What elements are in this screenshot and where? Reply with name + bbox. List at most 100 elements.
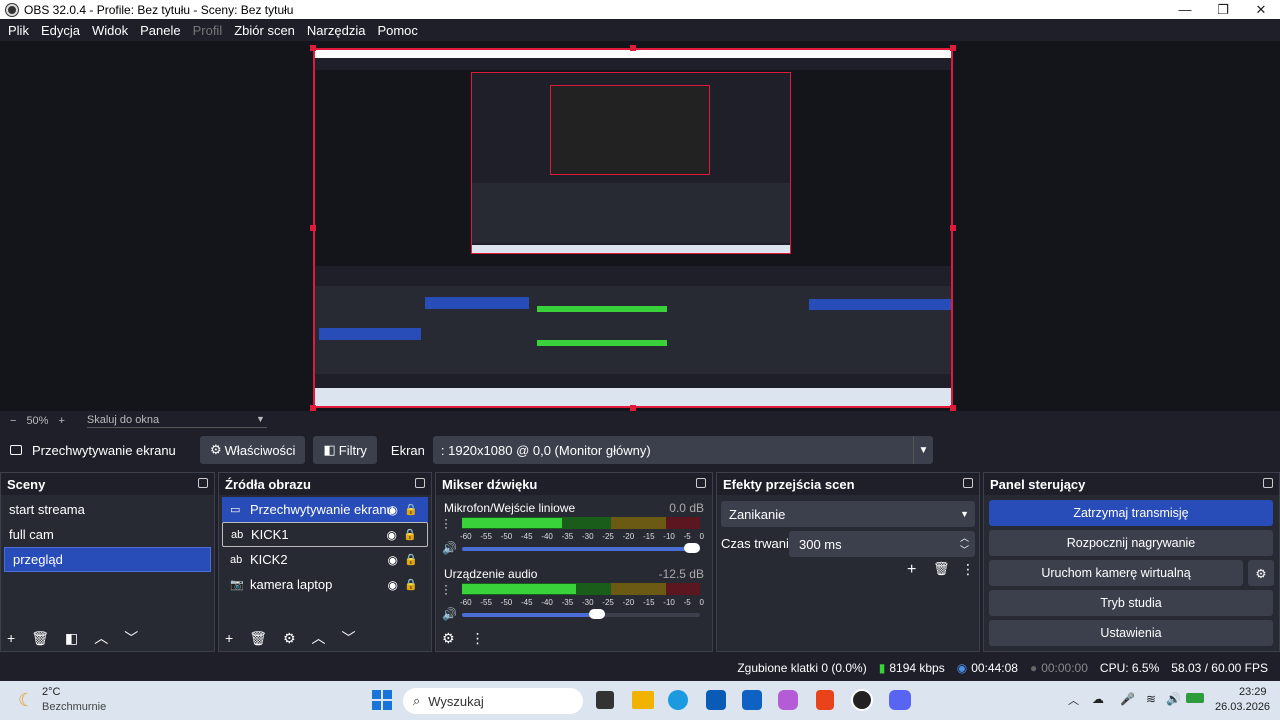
battery-icon[interactable] (1186, 693, 1204, 703)
undock-icon[interactable] (1263, 478, 1273, 488)
maximize-button[interactable]: ❐ (1204, 2, 1242, 18)
undock-icon[interactable] (696, 478, 706, 488)
trash-icon[interactable]: 🗑 (933, 561, 950, 577)
discord-icon[interactable] (889, 690, 911, 710)
start-recording-button[interactable]: Rozpocznij nagrywanie (989, 530, 1273, 556)
scale-select[interactable]: Skaluj do okna ▼ (86, 414, 267, 428)
menu-narzedzia[interactable]: Narzędzia (301, 23, 372, 38)
undock-icon[interactable] (963, 478, 973, 488)
properties-button[interactable]: ⚙ Właściwości (200, 436, 306, 464)
source-item[interactable]: 📷 kamera laptop ◉ 🔒 (222, 572, 428, 597)
menu-widok[interactable]: Widok (86, 23, 134, 38)
menu-panele[interactable]: Panele (134, 23, 186, 38)
virtual-camera-button[interactable]: Uruchom kamerę wirtualną (989, 560, 1243, 586)
move-up-icon[interactable]: ︿ (94, 628, 108, 648)
meter-tick: 0 (699, 598, 704, 607)
filter-icon[interactable]: ◧ (65, 630, 78, 647)
undock-icon[interactable] (198, 478, 208, 488)
move-up-icon[interactable]: ︿ (312, 628, 326, 648)
filters-label: Filtry (338, 442, 367, 458)
minimize-button[interactable]: — (1166, 2, 1204, 18)
nested-menubar (315, 58, 951, 70)
brave-icon[interactable] (816, 690, 834, 710)
more-icon[interactable]: · · · (444, 579, 448, 599)
scene-item[interactable]: start streama (1, 497, 214, 522)
volume-slider[interactable] (462, 543, 700, 553)
microphone-icon[interactable]: 🎤 (1120, 692, 1135, 706)
speaker-icon[interactable]: 🔊 (442, 541, 457, 555)
monitor-icon: ▭ (230, 504, 241, 516)
close-button[interactable]: ✕ (1242, 2, 1280, 18)
virtual-camera-settings-icon[interactable]: ⚙ (1248, 560, 1274, 586)
transition-select[interactable]: Zanikanie ▼ (721, 501, 975, 527)
task-view-icon[interactable] (596, 691, 614, 709)
edge-icon[interactable] (668, 690, 688, 710)
eye-icon[interactable]: ◉ (388, 553, 398, 567)
eye-icon[interactable]: ◉ (388, 503, 398, 517)
clock-time[interactable]: 23:29 (1239, 686, 1267, 698)
meter-tick: -45 (520, 532, 533, 541)
lock-icon[interactable]: 🔒 (403, 528, 417, 541)
more-icon[interactable]: ⋮ (961, 561, 975, 578)
advanced-audio-icon[interactable]: ⚙ (442, 630, 455, 647)
source-item[interactable]: ▭ Przechwytywanie ekranu ◉ 🔒 (222, 497, 428, 522)
store-icon[interactable] (706, 690, 726, 710)
settings-button[interactable]: Ustawienia (989, 620, 1273, 646)
stop-streaming-button[interactable]: Zatrzymaj transmisję (989, 500, 1273, 526)
meter-tick: -20 (622, 532, 635, 541)
wifi-icon[interactable]: ≋ (1146, 692, 1156, 706)
lock-icon[interactable]: 🔒 (404, 578, 418, 591)
trash-icon[interactable]: 🗑 (249, 630, 267, 647)
search-icon: ⌕ (413, 693, 421, 708)
volume-icon[interactable]: 🔊 (1166, 692, 1181, 706)
lock-icon[interactable]: 🔒 (404, 503, 418, 516)
trash-icon[interactable]: 🗑 (31, 630, 49, 647)
taskbar-search[interactable]: ⌕ Wyszukaj (403, 688, 583, 714)
chevron-up-icon[interactable]: ︿ (1068, 692, 1079, 708)
gear-icon[interactable]: ⚙ (283, 630, 296, 647)
meter-tick: -60 (460, 598, 472, 607)
scene-item[interactable]: full cam (1, 522, 214, 547)
sources-dock: Źródła obrazu ▭ Przechwytywanie ekranu ◉… (218, 472, 432, 652)
spinner-icon[interactable]: ︿ ﹀ (960, 532, 969, 556)
outlook-icon[interactable] (742, 690, 762, 710)
eye-icon[interactable]: ◉ (387, 528, 397, 542)
mixer-channel: Mikrofon/Wejście liniowe 0.0 dB · · · -60-… (436, 495, 712, 561)
duration-input[interactable]: 300 ms ︿ ﹀ (789, 531, 975, 557)
scene-item-selected[interactable]: przegląd (4, 547, 211, 572)
add-icon[interactable]: + (907, 561, 916, 579)
channel-db: -12.5 dB (658, 567, 704, 581)
volume-slider[interactable] (462, 609, 700, 619)
undock-icon[interactable] (415, 478, 425, 488)
menu-plik[interactable]: Plik (2, 23, 35, 38)
menu-pomoc[interactable]: Pomoc (371, 23, 423, 38)
zoom-out-button[interactable]: − (10, 415, 16, 427)
more-icon[interactable]: · · · (444, 513, 448, 533)
preview-canvas[interactable] (313, 48, 953, 408)
onedrive-icon[interactable]: ☁ (1092, 692, 1104, 706)
copilot-icon[interactable] (778, 690, 798, 710)
windows-start-icon[interactable] (372, 690, 392, 710)
zoom-in-button[interactable]: + (58, 415, 64, 427)
lock-icon[interactable]: 🔒 (404, 553, 418, 566)
add-icon[interactable]: + (7, 630, 15, 646)
filters-button[interactable]: ◧ Filtry (313, 436, 377, 464)
move-down-icon[interactable]: ﹀ (124, 628, 138, 648)
speaker-icon[interactable]: 🔊 (442, 607, 457, 621)
menu-edycja[interactable]: Edycja (35, 23, 86, 38)
clock-date[interactable]: 26.03.2026 (1215, 701, 1270, 713)
more-icon[interactable]: ⋮ (471, 630, 485, 647)
screen-select[interactable]: : 1920x1080 @ 0,0 (Monitor główny) ▼ (432, 436, 933, 464)
chevron-down-icon: ▼ (255, 414, 265, 424)
obs-icon[interactable] (851, 689, 873, 711)
menu-zbior-scen[interactable]: Zbiór scen (228, 23, 301, 38)
menu-profil: Profil (192, 22, 223, 38)
source-item[interactable]: ab KICK2 ◉ 🔒 (222, 547, 428, 572)
source-item[interactable]: ab KICK1 ◉ 🔒 (222, 522, 428, 547)
eye-icon[interactable]: ◉ (388, 578, 398, 592)
move-down-icon[interactable]: ﹀ (342, 628, 356, 648)
file-explorer-icon[interactable] (632, 691, 654, 709)
studio-mode-button[interactable]: Tryb studia (989, 590, 1273, 616)
signal-icon: ▮ (878, 661, 886, 675)
add-icon[interactable]: + (225, 630, 233, 646)
